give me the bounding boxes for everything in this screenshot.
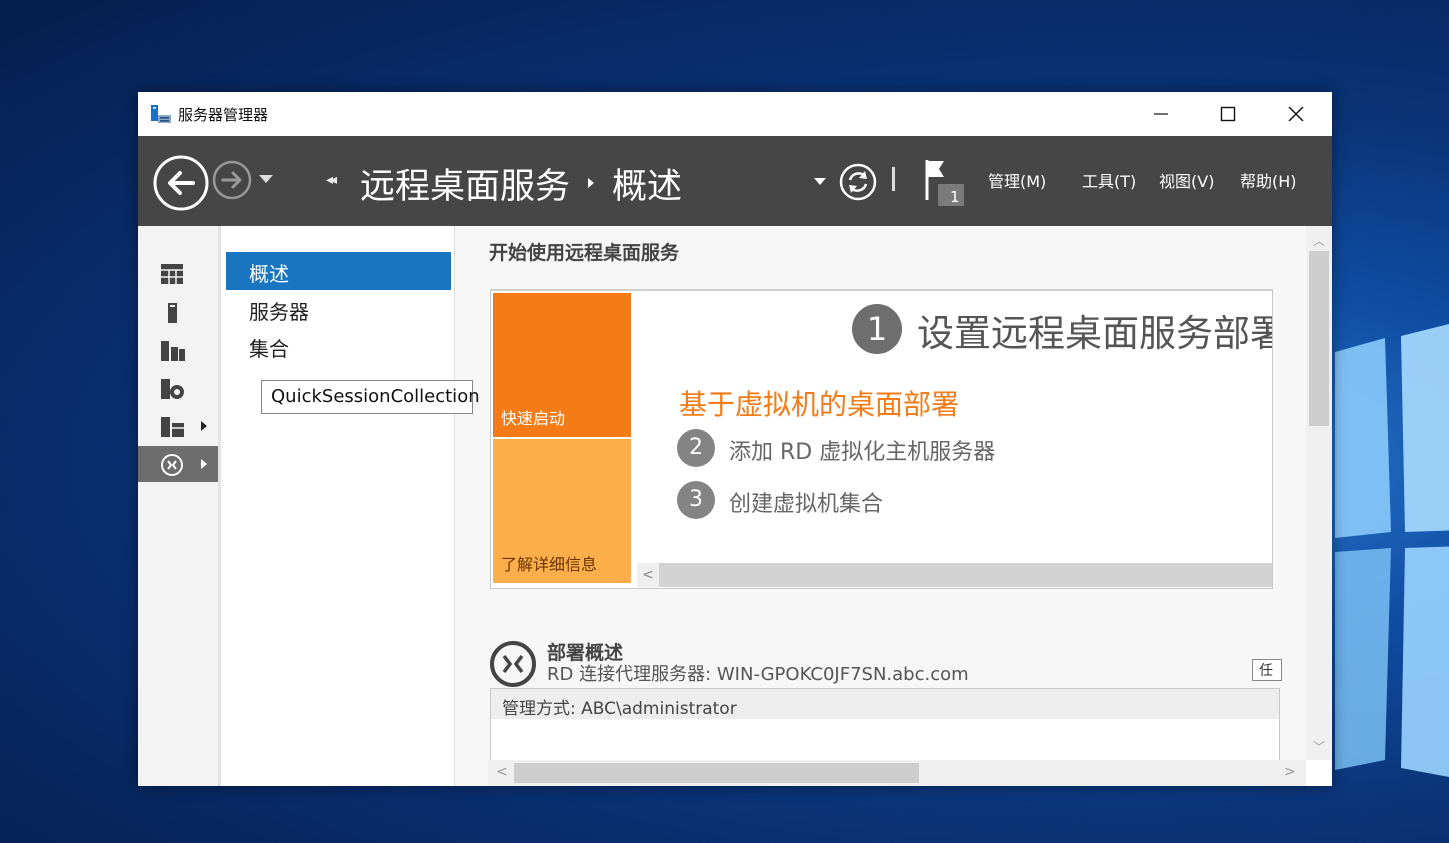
breadcrumb-overflow-icon[interactable]: ◂◂ xyxy=(326,172,337,188)
step-1-title: 设置远程桌面服务部署 xyxy=(917,312,1273,355)
horizontal-scroll-thumb[interactable] xyxy=(514,763,919,783)
server-roles-icon xyxy=(161,417,184,437)
left-navigation xyxy=(138,226,221,786)
learn-more-tile[interactable]: 了解详细信息 xyxy=(493,439,631,583)
menu-manage[interactable]: 管理(M) xyxy=(988,168,1046,192)
scroll-up-icon[interactable]: ︿ xyxy=(1313,232,1325,249)
close-icon xyxy=(1288,106,1304,122)
minimize-button[interactable] xyxy=(1128,92,1194,136)
step-1-badge: 1 xyxy=(852,304,902,354)
menu-tools[interactable]: 工具(T) xyxy=(1082,168,1136,192)
minimize-icon xyxy=(1154,113,1168,115)
nav-server-roles[interactable] xyxy=(138,408,218,444)
nav-all-servers[interactable] xyxy=(138,332,218,368)
all-servers-icon xyxy=(161,341,185,361)
dashboard-icon xyxy=(161,264,183,284)
quick-start-label: 快速启动 xyxy=(501,409,566,428)
vertical-scrollbar[interactable]: ︿ ﹀ xyxy=(1306,226,1332,760)
subnav-item-label: 概述 xyxy=(249,262,289,286)
scroll-right-icon[interactable]: > xyxy=(1284,764,1296,780)
scroll-left-icon[interactable]: < xyxy=(496,764,508,780)
file-storage-icon xyxy=(161,379,184,399)
horizontal-scrollbar[interactable]: < > xyxy=(488,760,1306,786)
menu-view[interactable]: 视图(V) xyxy=(1159,168,1214,192)
toolbar-divider xyxy=(892,167,895,191)
scroll-left-icon[interactable]: < xyxy=(637,563,659,587)
breadcrumb-remote-desktop[interactable]: 远程桌面服务 xyxy=(360,158,570,209)
step-2-link[interactable]: 添加 RD 虚拟化主机服务器 xyxy=(729,434,995,466)
page-title: 开始使用远程桌面服务 xyxy=(489,242,680,264)
quick-start-tile[interactable]: 快速启动 xyxy=(493,293,631,437)
subnav-item-overview[interactable]: 概述 xyxy=(226,252,451,290)
quick-start-panel: 快速启动 了解详细信息 1 设置远程桌面服务部署 基于虚拟机的桌面部署 2 添加… xyxy=(490,289,1273,589)
tooltip-text: QuickSessionCollection xyxy=(271,386,480,407)
refresh-icon[interactable] xyxy=(838,162,878,202)
server-manager-app-icon xyxy=(151,105,171,123)
back-arrow-icon[interactable] xyxy=(152,154,210,212)
window-title: 服务器管理器 xyxy=(178,106,269,124)
maximize-icon xyxy=(1220,106,1236,122)
deployment-overview-icon xyxy=(490,641,536,687)
main-content: 开始使用远程桌面服务 快速启动 了解详细信息 1 设置远程桌面服务部署 基于虚拟… xyxy=(455,226,1306,786)
notifications-flag-icon[interactable] xyxy=(922,158,968,208)
server-manager-window: 服务器管理器 ◂◂ 远程桌面服务 概述 1 管理(M) 工具(T) 视图(V) … xyxy=(138,92,1332,786)
subnav-item-label: 服务器 xyxy=(249,300,309,324)
info-row: 管理方式: ABC\administrator xyxy=(491,689,1279,719)
nav-local-server[interactable] xyxy=(138,294,218,330)
breadcrumb-separator-icon xyxy=(588,178,594,188)
learn-more-label: 了解详细信息 xyxy=(501,555,598,574)
subnav-item-collections[interactable]: 集合 xyxy=(226,327,451,365)
notification-count: 1 xyxy=(950,188,960,206)
sub-navigation: 概述 服务器 集合 xyxy=(221,226,455,786)
collection-tooltip: QuickSessionCollection xyxy=(261,380,480,414)
vertical-scroll-thumb[interactable] xyxy=(1309,251,1329,426)
panel-horizontal-scrollbar[interactable]: < xyxy=(637,563,1272,587)
connection-broker-text: RD 连接代理服务器: WIN-GPOKC0JF7SN.abc.com xyxy=(547,664,969,685)
title-bar: 服务器管理器 xyxy=(138,92,1332,136)
local-server-icon xyxy=(168,303,177,323)
nav-remote-desktop-services[interactable] xyxy=(138,446,218,482)
subnav-item-servers[interactable]: 服务器 xyxy=(226,290,451,328)
managed-by-text: 管理方式: ABC\administrator xyxy=(502,699,737,719)
step-2-badge: 2 xyxy=(677,429,715,467)
close-button[interactable] xyxy=(1263,92,1329,136)
step-3-badge: 3 xyxy=(677,481,715,519)
expand-arrow-icon[interactable] xyxy=(200,458,208,470)
nav-file-storage[interactable] xyxy=(138,370,218,406)
menu-help[interactable]: 帮助(H) xyxy=(1240,168,1297,192)
remote-desktop-icon xyxy=(161,454,183,476)
nav-dashboard[interactable] xyxy=(138,256,218,292)
windows-logo-icon xyxy=(1335,324,1449,777)
deployment-type-title: 基于虚拟机的桌面部署 xyxy=(679,388,960,421)
maximize-button[interactable] xyxy=(1195,92,1261,136)
forward-arrow-icon[interactable] xyxy=(212,160,252,200)
breadcrumb-dropdown-icon[interactable] xyxy=(814,178,826,186)
navigation-bar: ◂◂ 远程桌面服务 概述 1 管理(M) 工具(T) 视图(V) 帮助(H) xyxy=(138,136,1332,226)
subnav-item-label: 集合 xyxy=(249,337,289,361)
scroll-down-icon[interactable]: ﹀ xyxy=(1313,738,1325,755)
step-3-link[interactable]: 创建虚拟机集合 xyxy=(729,486,883,518)
breadcrumb-overview[interactable]: 概述 xyxy=(612,158,682,209)
tasks-button[interactable]: 任 xyxy=(1252,659,1282,681)
history-dropdown-icon[interactable] xyxy=(258,174,274,184)
expand-arrow-icon[interactable] xyxy=(200,420,208,432)
